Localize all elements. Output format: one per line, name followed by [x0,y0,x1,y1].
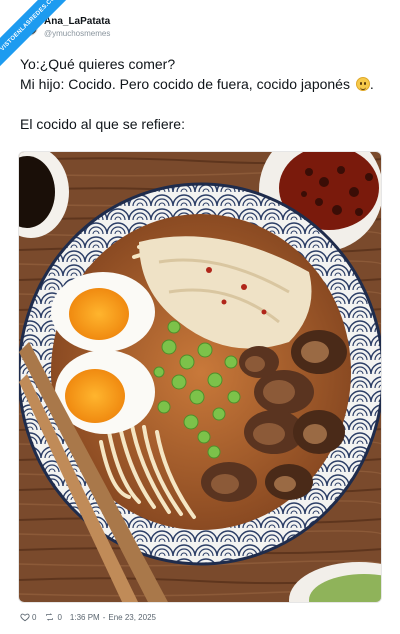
tweet-text: Yo:¿Qué quieres comer? Mi hijo: Cocido. … [20,54,385,134]
retweet-icon [46,613,54,621]
tweet-photo[interactable] [18,151,382,603]
tweet-line-1: Yo:¿Qué quieres comer? [20,56,176,72]
display-name[interactable]: Ana_LaPatata [44,16,110,28]
heart-icon [20,613,30,622]
tweet-line-3: El cocido al que se refiere: [20,116,185,132]
tweet-line-2-text: Mi hijo: Cocido. Pero cocido de fuera, c… [20,76,350,92]
like-action[interactable]: 0 [20,612,36,622]
user-names: Ana_LaPatata @ymuchosmemes [44,16,110,39]
retweet-count: 0 [57,612,62,622]
user-handle[interactable]: @ymuchosmemes [44,28,110,39]
tweet-time[interactable]: 1:36 PM [70,613,100,622]
boiled-egg-top [51,272,155,352]
like-count: 0 [32,612,37,622]
tweet-date[interactable]: Ene 23, 2025 [108,613,156,622]
time-date-separator: - [102,612,106,622]
ramen-photo [19,152,381,602]
tweet-footer: 0 0 1:36 PM - Ene 23, 2025 [20,610,156,624]
retweet-action[interactable]: 0 [44,612,62,622]
tweet-line-2: Mi hijo: Cocido. Pero cocido de fuera, c… [20,74,385,94]
smiley-emoji-icon [355,77,370,91]
tweet-line-2-end: . [369,76,374,92]
